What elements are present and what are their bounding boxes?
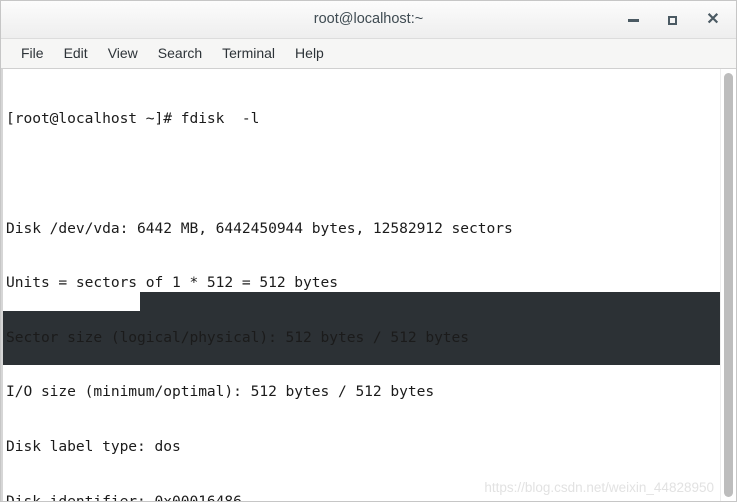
terminal-line: Units = sectors of 1 * 512 = 512 bytes [6,274,338,292]
menu-item-search[interactable]: Search [148,39,212,68]
scrollbar-thumb[interactable] [724,73,733,497]
terminal-line: Disk label type: dos [6,437,181,455]
menu-item-edit[interactable]: Edit [54,39,98,68]
minimize-icon [627,18,639,22]
close-button[interactable]: ✕ [702,9,724,31]
close-icon: ✕ [706,11,720,28]
maximize-icon [667,15,677,25]
terminal-window: root@localhost:~ ✕ File Edit View Search… [0,0,737,502]
terminal-line: I/O size (minimum/optimal): 512 bytes / … [6,383,435,401]
menu-item-terminal[interactable]: Terminal [212,39,285,68]
terminal-line: Sector size (logical/physical): 512 byte… [6,328,470,346]
terminal-screen[interactable]: [root@localhost ~]# fdisk -l Disk /dev/v… [1,69,720,501]
terminal-line: Disk /dev/vda: 6442 MB, 6442450944 bytes… [6,219,513,237]
menu-bar: File Edit View Search Terminal Help [1,39,736,69]
menu-item-help[interactable]: Help [285,39,334,68]
minimize-button[interactable] [622,9,644,31]
terminal-output: [root@localhost ~]# fdisk -l Disk /dev/v… [3,74,720,501]
menu-item-view[interactable]: View [98,39,148,68]
terminal-scrollbar[interactable] [720,69,736,501]
terminal-line: Disk identifier: 0x00016486 [6,493,720,501]
terminal-body: [root@localhost ~]# fdisk -l Disk /dev/v… [1,69,736,501]
menu-item-file[interactable]: File [11,39,54,68]
terminal-line: [root@localhost ~]# fdisk -l [6,110,260,128]
title-bar[interactable]: root@localhost:~ ✕ [1,1,736,39]
maximize-button[interactable] [661,9,683,31]
